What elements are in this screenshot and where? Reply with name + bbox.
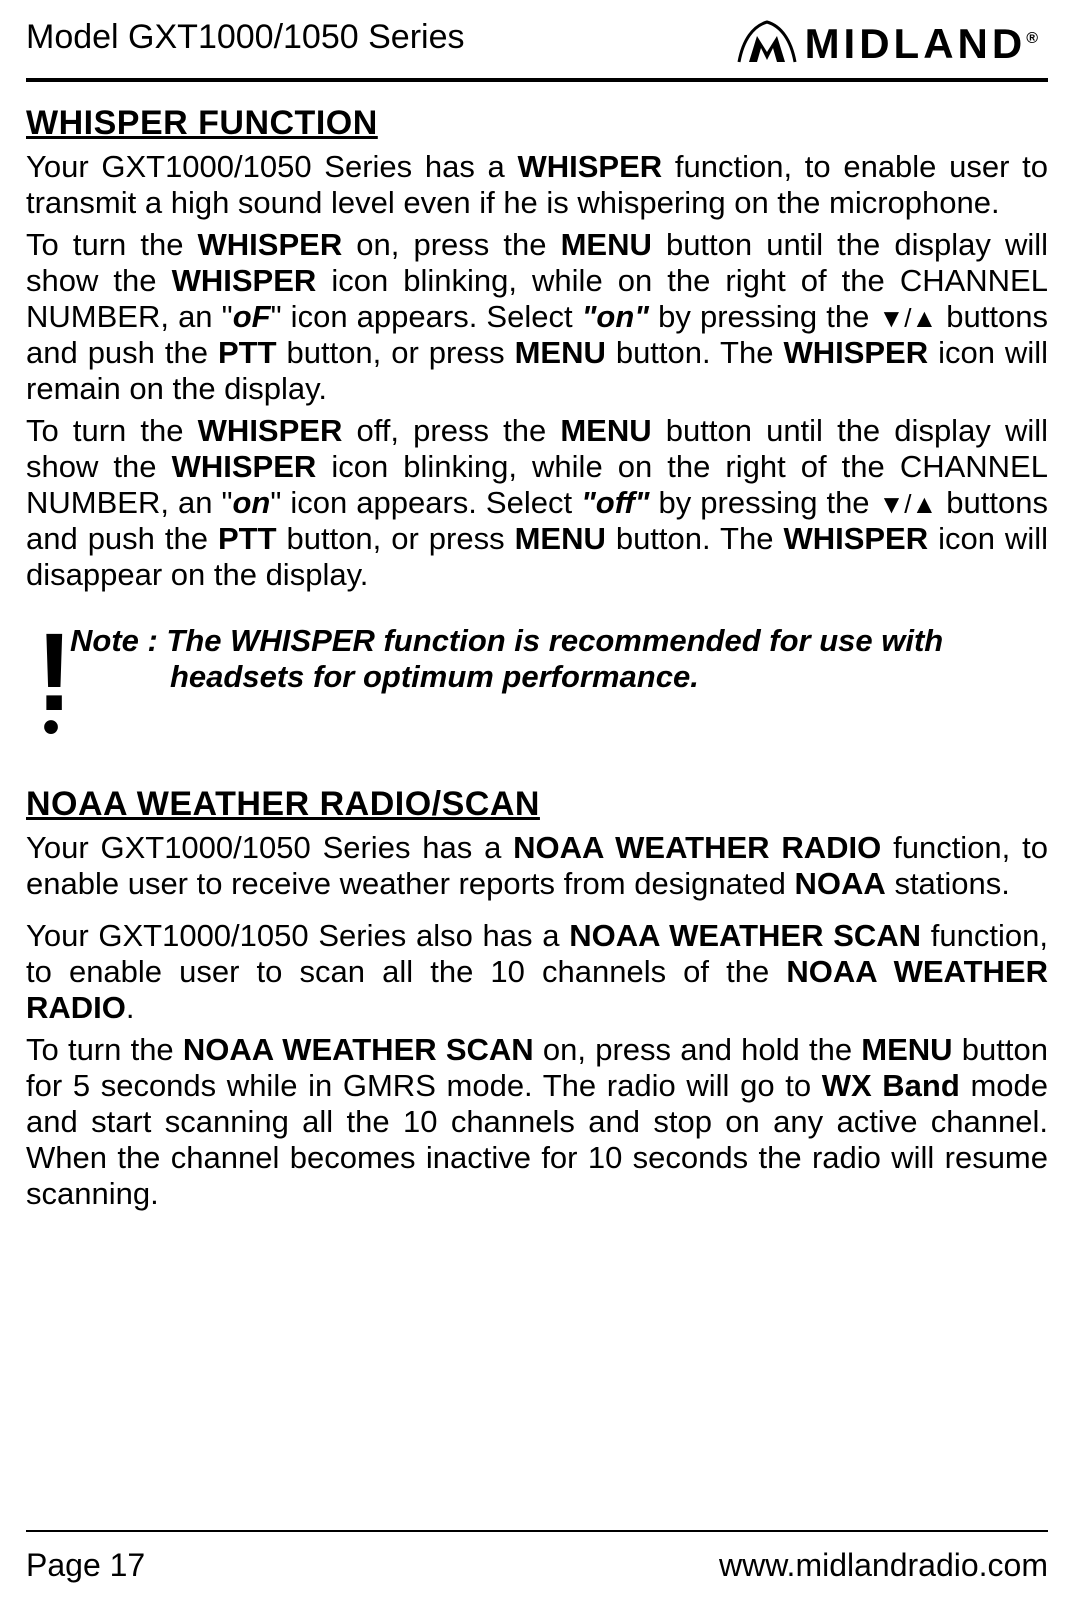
text-bold: WHISPER	[783, 521, 928, 556]
text-bold: WX Band	[822, 1068, 960, 1103]
text: by pressing the	[649, 299, 878, 334]
text-bold-italic: oF	[233, 299, 271, 334]
text-bold: NOAA WEATHER SCAN	[183, 1032, 534, 1067]
whisper-p2: To turn the WHISPER on, press the MENU b…	[26, 227, 1048, 407]
model-line: Model GXT1000/1050 Series	[26, 18, 464, 57]
text-bold: WHISPER	[198, 227, 343, 262]
text: Your GXT1000/1050 Series has a	[26, 830, 513, 865]
text-bold: PTT	[218, 335, 277, 370]
noaa-heading: NOAA WEATHER RADIO/SCAN	[26, 785, 1048, 824]
text-bold: MENU	[861, 1032, 952, 1067]
text-bold: WHISPER	[783, 335, 928, 370]
text-bold: MENU	[561, 227, 652, 262]
noaa-p3: To turn the NOAA WEATHER SCAN on, press …	[26, 1032, 1048, 1212]
text: stations.	[886, 866, 1010, 901]
text: To turn the	[26, 413, 198, 448]
text: " icon appears. Select	[270, 485, 581, 520]
text: on, press the	[342, 227, 560, 262]
note-block: !• Note : The WHISPER function is recomm…	[26, 623, 1048, 737]
page-number: Page 17	[26, 1547, 145, 1584]
attention-icon: !•	[26, 633, 66, 737]
manual-page: Model GXT1000/1050 Series MIDLAND® WHISP…	[0, 0, 1074, 1602]
text-bold: WHISPER	[172, 263, 317, 298]
text-bold: NOAA WEATHER RADIO	[513, 830, 881, 865]
registered-icon: ®	[1026, 30, 1042, 47]
text: Your GXT1000/1050 Series has a	[26, 149, 518, 184]
text-bold-italic: "off"	[581, 485, 649, 520]
brand-logo: MIDLAND®	[735, 18, 1048, 70]
noaa-p1: Your GXT1000/1050 Series has a NOAA WEAT…	[26, 830, 1048, 902]
page-header: Model GXT1000/1050 Series MIDLAND®	[26, 18, 1048, 70]
brand-text: MIDLAND®	[805, 20, 1042, 68]
text: To turn the	[26, 1032, 183, 1067]
text: button, or press	[277, 335, 515, 370]
text: " icon appears. Select	[271, 299, 582, 334]
text-bold: MENU	[515, 521, 606, 556]
header-divider	[26, 78, 1048, 82]
text-bold: MENU	[560, 413, 651, 448]
text: off, press the	[342, 413, 560, 448]
text: button. The	[606, 521, 784, 556]
whisper-p3: To turn the WHISPER off, press the MENU …	[26, 413, 1048, 593]
text: Your GXT1000/1050 Series also has a	[26, 918, 569, 953]
note-text: Note : The WHISPER function is recommend…	[70, 623, 943, 695]
page-footer: Page 17 www.midlandradio.com	[26, 1547, 1048, 1584]
text-bold: NOAA WEATHER SCAN	[569, 918, 921, 953]
text-bold-italic: on	[232, 485, 270, 520]
text: by pressing the	[650, 485, 879, 520]
note-line1: Note : The WHISPER function is recommend…	[70, 623, 943, 658]
text-bold-italic: "on"	[582, 299, 649, 334]
text-bold: MENU	[515, 335, 606, 370]
text: button, or press	[277, 521, 515, 556]
note-line2: headsets for optimum performance.	[70, 659, 943, 695]
text-bold: NOAA	[795, 866, 886, 901]
text-bold: WHISPER	[198, 413, 343, 448]
footer-url: www.midlandradio.com	[719, 1547, 1048, 1584]
noaa-p2: Your GXT1000/1050 Series also has a NOAA…	[26, 918, 1048, 1026]
text: on, press and hold the	[534, 1032, 862, 1067]
text: To turn the	[26, 227, 198, 262]
footer-divider	[26, 1530, 1048, 1532]
whisper-p1: Your GXT1000/1050 Series has a WHISPER f…	[26, 149, 1048, 221]
text-bold: WHISPER	[518, 149, 663, 184]
text: button. The	[606, 335, 784, 370]
midland-mark-icon	[735, 18, 799, 70]
text-bold: PTT	[218, 521, 277, 556]
brand-name: MIDLAND	[805, 20, 1027, 67]
text: .	[126, 990, 135, 1025]
text-bold: WHISPER	[172, 449, 317, 484]
whisper-heading: WHISPER FUNCTION	[26, 104, 1048, 143]
